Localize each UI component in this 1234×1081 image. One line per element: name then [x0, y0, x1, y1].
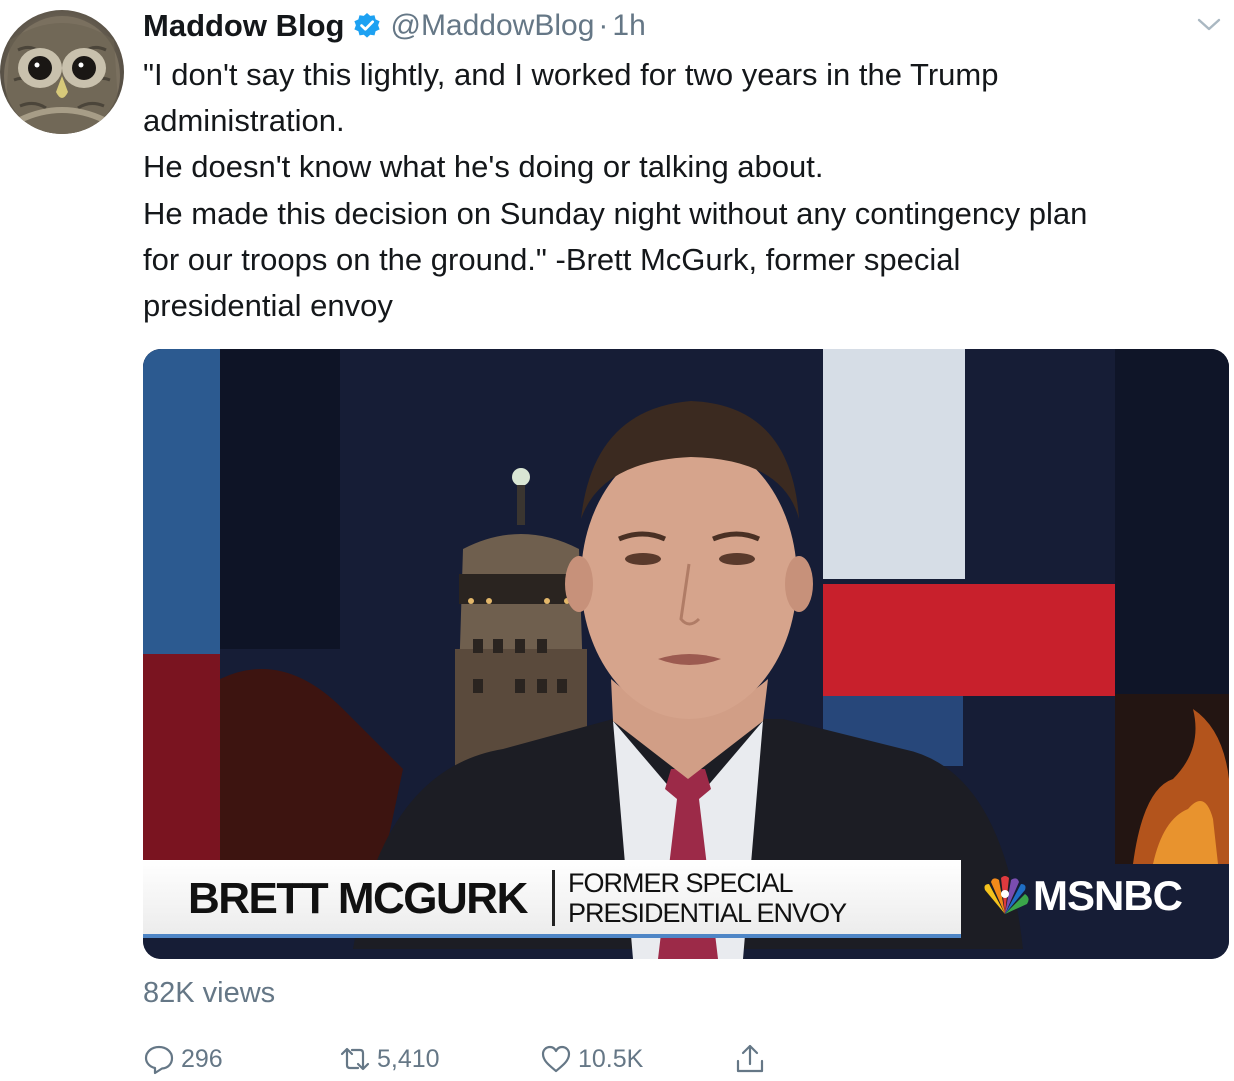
- video-player[interactable]: BRETT MCGURK FORMER SPECIAL PRESIDENTIAL…: [143, 349, 1229, 959]
- owl-avatar-image: [4, 16, 120, 134]
- verified-badge-icon: [353, 12, 381, 40]
- chevron-down-icon[interactable]: [1196, 16, 1222, 34]
- tweet-timestamp[interactable]: 1h: [612, 9, 645, 43]
- tweet: Maddow Blog @MaddowBlog · 1h "I don't sa…: [0, 0, 1234, 1081]
- lower-third-title-line: FORMER SPECIAL: [568, 868, 794, 898]
- author-handle[interactable]: @MaddowBlog: [390, 9, 594, 43]
- view-count: 82K views: [143, 977, 276, 1009]
- reply-button[interactable]: 296: [143, 1040, 223, 1078]
- lower-third-divider: [552, 870, 555, 926]
- peacock-icon: [984, 876, 1029, 914]
- tweet-text-line: He made this decision on Sunday night wi…: [143, 195, 1088, 231]
- heart-icon: [541, 1045, 571, 1073]
- retweet-button[interactable]: 5,410: [339, 1040, 440, 1078]
- reply-icon: [144, 1045, 174, 1075]
- share-button[interactable]: [734, 1040, 766, 1078]
- like-count: 10.5K: [578, 1044, 644, 1073]
- header-separator: ·: [598, 9, 609, 42]
- author-avatar[interactable]: [0, 10, 124, 134]
- network-logo: MSNBC: [979, 871, 1183, 921]
- like-button[interactable]: 10.5K: [540, 1040, 643, 1078]
- share-icon: [736, 1044, 764, 1073]
- tweet-text-line: administration.: [143, 103, 345, 139]
- author-name[interactable]: Maddow Blog: [143, 8, 344, 44]
- network-name: MSNBC: [1033, 872, 1183, 919]
- lower-third-banner: BRETT MCGURK FORMER SPECIAL PRESIDENTIAL…: [143, 860, 961, 938]
- lower-third-name: BRETT MCGURK: [188, 874, 528, 923]
- tweet-header: Maddow Blog @MaddowBlog · 1h: [143, 4, 646, 48]
- lower-third-title-line: PRESIDENTIAL ENVOY: [568, 898, 847, 928]
- tweet-text-line: "I don't say this lightly, and I worked …: [143, 57, 999, 92]
- reply-count: 296: [181, 1044, 223, 1073]
- tweet-text-line: for our troops on the ground." -Brett Mc…: [143, 241, 961, 277]
- tweet-text: "I don't say this lightly, and I worked …: [143, 52, 1223, 329]
- retweet-icon: [340, 1047, 370, 1071]
- retweet-count: 5,410: [377, 1044, 440, 1073]
- lower-third-title: FORMER SPECIAL PRESIDENTIAL ENVOY: [568, 868, 847, 928]
- tweet-text-line: He doesn't know what he's doing or talki…: [143, 149, 824, 185]
- tweet-text-line: presidential envoy: [143, 288, 393, 324]
